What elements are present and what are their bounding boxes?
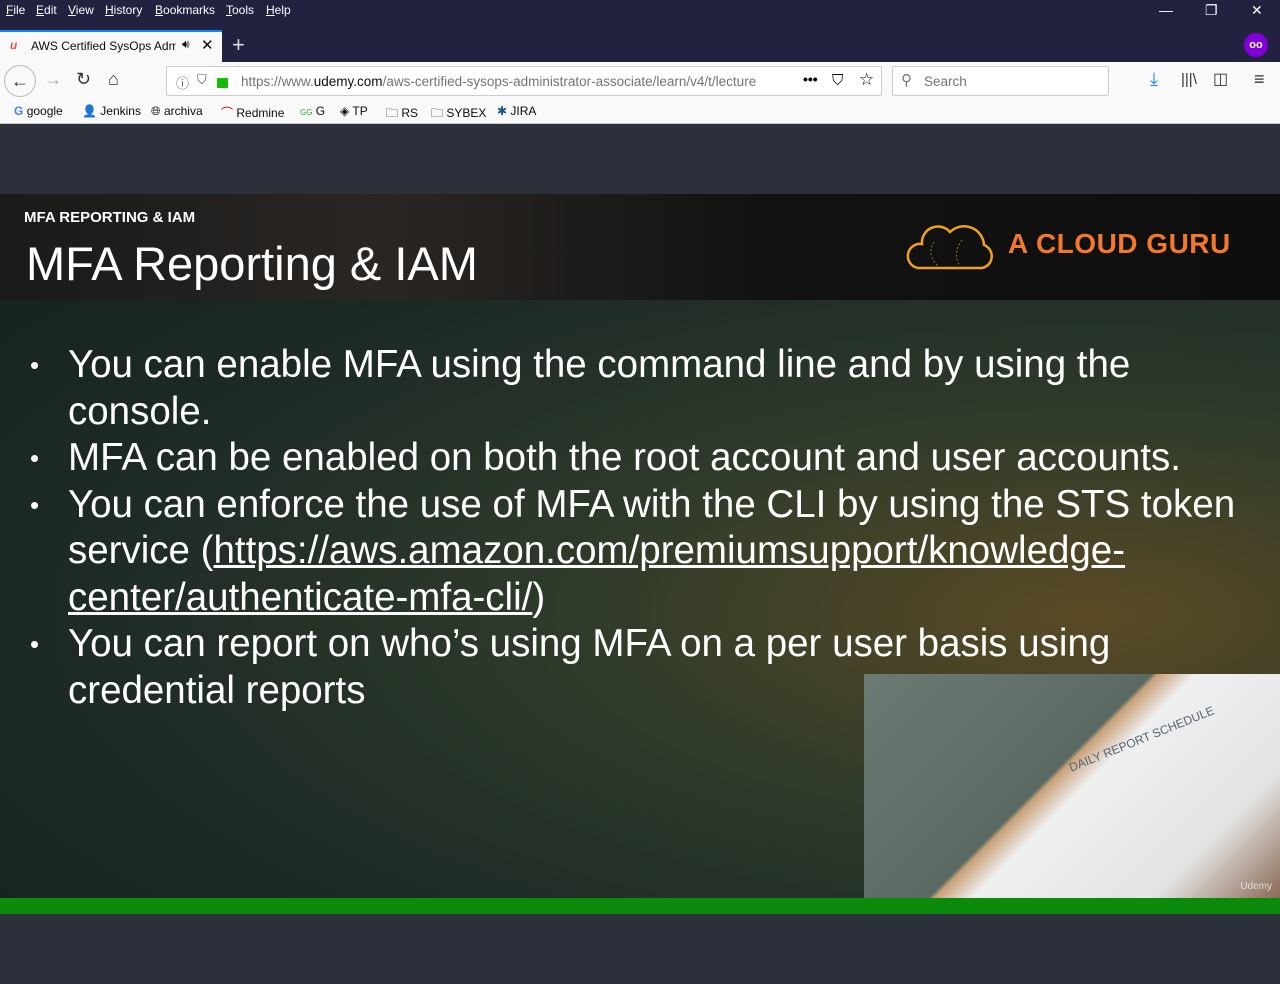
sidebar-icon[interactable]: ◫ — [1213, 69, 1228, 89]
bookmark-sybex[interactable]: 🗀 SYBEX — [431, 104, 486, 125]
video-slide[interactable]: MFA REPORTING & IAM MFA Reporting & IAM … — [0, 194, 1280, 898]
page-actions-icon[interactable]: ••• — [803, 71, 818, 87]
tab-udemy[interactable]: u AWS Certified SysOps Administrator - A… — [0, 30, 222, 62]
globe-icon: 🌐︎ — [151, 104, 161, 118]
url-domain: udemy.com — [313, 74, 383, 89]
folder-icon: 🗀 — [386, 106, 399, 120]
bookmark-redmine[interactable]: ⌒ Redmine — [221, 104, 284, 121]
forward-button[interactable]: → — [44, 69, 62, 90]
menu-edit[interactable]: Edit — [36, 3, 57, 17]
search-input[interactable]: ⚲ Search — [892, 66, 1109, 96]
pocket-icon[interactable]: ⛉ — [832, 72, 843, 89]
downloads-icon[interactable]: ⤓ — [1150, 69, 1158, 90]
slide-title: MFA Reporting & IAM — [26, 237, 478, 290]
reload-button[interactable]: ↻ — [76, 69, 91, 90]
tab-bar: u AWS Certified SysOps Administrator - A… — [0, 21, 1280, 62]
restore-button[interactable]: ❐ — [1205, 2, 1218, 19]
logo-text: A CLOUD GURU — [1008, 228, 1231, 259]
bullet-item: MFA can be enabled on both the root acco… — [30, 435, 1250, 482]
tp-icon: ◈ — [340, 104, 350, 118]
bookmark-jenkins[interactable]: 👤 Jenkins — [82, 104, 141, 118]
home-button[interactable]: ⌂ — [108, 69, 119, 90]
menu-bar: File Edit View History Bookmarks Tools H… — [0, 0, 1280, 21]
search-placeholder: Search — [924, 74, 967, 89]
speaker-icon[interactable]: 🔊︎ — [182, 37, 190, 52]
redmine-icon: ⌒ — [221, 106, 234, 120]
bullet-list: You can enable MFA using the command lin… — [30, 342, 1250, 714]
url-bar[interactable]: ⓘ ⛉ https://www.udemy.com/aws-certified-… — [166, 66, 882, 96]
menu-bookmarks[interactable]: Bookmarks — [155, 3, 215, 17]
jira-icon: ✱ — [497, 104, 508, 118]
menu-hamburger-icon[interactable]: ≡ — [1254, 69, 1265, 90]
menu-help[interactable]: Help — [266, 3, 291, 17]
google-icon: G — [14, 104, 24, 118]
bullet-item: You can enable MFA using the command lin… — [30, 342, 1250, 435]
lock-icon — [217, 78, 228, 88]
udemy-icon: u — [10, 38, 18, 52]
bookmark-jira[interactable]: ✱ JIRA — [497, 104, 536, 118]
udemy-watermark: Udemy — [1240, 881, 1272, 892]
photo-caption: DAILY REPORT SCHEDULE — [1067, 703, 1217, 775]
close-tab-icon[interactable]: ✕ — [201, 36, 214, 54]
jenkins-icon: 👤 — [82, 104, 97, 118]
gfg-icon: GG — [300, 108, 313, 117]
slide-subtitle: MFA REPORTING & IAM — [24, 209, 196, 226]
url-prefix: https://www. — [241, 74, 314, 89]
cloud-logo-icon — [906, 225, 993, 270]
back-button[interactable]: ← — [4, 65, 36, 97]
slide-header: MFA REPORTING & IAM MFA Reporting & IAM … — [0, 194, 1280, 300]
bookmark-star-icon[interactable]: ☆ — [859, 70, 874, 90]
bullet-item: You can enforce the use of MFA with the … — [30, 482, 1250, 622]
bookmark-rs[interactable]: 🗀 RS — [386, 104, 418, 125]
library-icon[interactable]: |||\ — [1181, 71, 1197, 88]
tab-title: AWS Certified SysOps Administrator - Ass… — [31, 39, 176, 53]
a-cloud-guru-logo: A CLOUD GURU — [904, 220, 1244, 274]
folder-icon: 🗀 — [431, 106, 444, 120]
url-text[interactable]: https://www.udemy.com/aws-certified-syso… — [241, 74, 767, 89]
bullet-text: ) — [532, 575, 546, 619]
mfa-cli-link[interactable]: https://aws.amazon.com/premiumsupport/kn… — [68, 529, 1125, 619]
bookmark-g[interactable]: GG G — [300, 104, 325, 118]
search-icon: ⚲ — [901, 72, 912, 89]
close-window-button[interactable]: ✕ — [1251, 2, 1263, 19]
new-tab-button[interactable]: + — [232, 32, 245, 58]
bookmark-google[interactable]: G google — [14, 104, 63, 118]
private-browsing-icon: oo — [1244, 33, 1268, 57]
bookmark-archiva[interactable]: 🌐︎ archiva — [151, 104, 203, 119]
menu-history[interactable]: History — [105, 3, 142, 17]
url-path: /aws-certified-sysops-administrator-asso… — [382, 74, 757, 89]
nav-toolbar: ← → ↻ ⌂ ⓘ ⛉ https://www.udemy.com/aws-ce… — [0, 62, 1280, 100]
bookmark-tp[interactable]: ◈ TP — [340, 104, 368, 118]
video-progress-bar[interactable] — [0, 898, 1280, 914]
tracking-shield-icon[interactable]: ⛉ — [197, 72, 207, 88]
menu-view[interactable]: View — [68, 3, 94, 17]
info-icon[interactable]: ⓘ — [176, 73, 189, 92]
minimize-button[interactable]: — — [1159, 2, 1173, 18]
bookmarks-toolbar: G google 👤 Jenkins 🌐︎ archiva ⌒ Redmine … — [0, 100, 1280, 124]
menu-tools[interactable]: Tools — [226, 3, 254, 17]
menu-file[interactable]: File — [6, 3, 25, 17]
clipboard-photo: DAILY REPORT SCHEDULE Udemy — [864, 674, 1280, 898]
